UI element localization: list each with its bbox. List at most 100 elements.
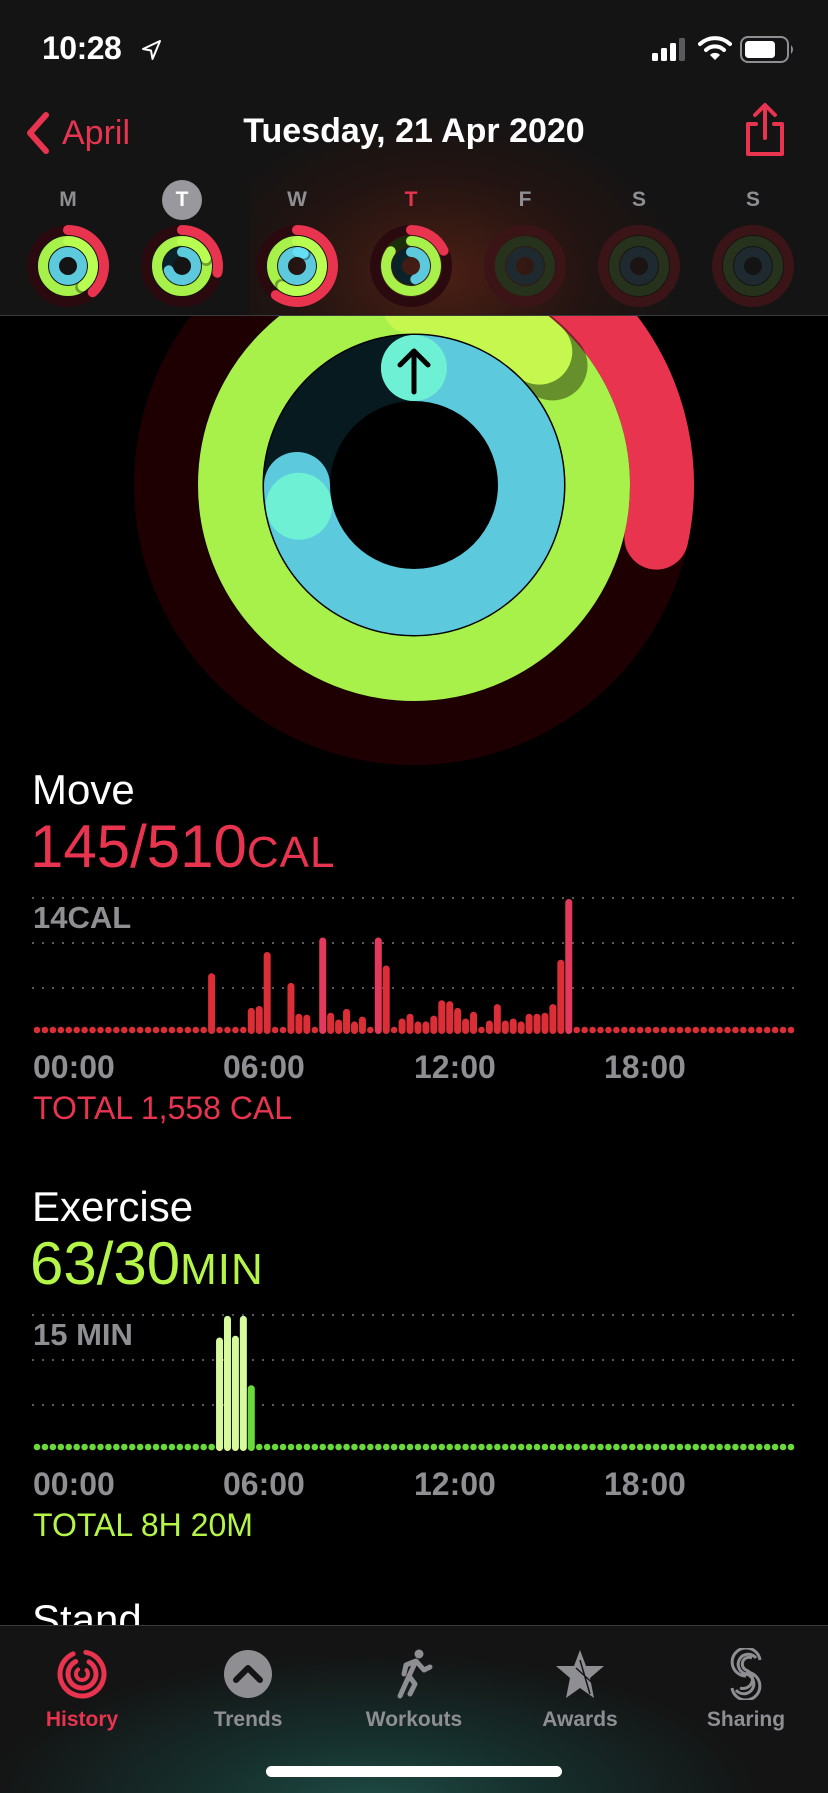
exercise-chart-bar-82	[684, 1443, 692, 1451]
tab-trends[interactable]: Trends	[178, 1638, 318, 1738]
exercise-chart-bar-70	[589, 1443, 596, 1451]
day-0[interactable]: M	[22, 178, 114, 313]
exercise-chart-bar-6	[81, 1443, 88, 1451]
move-chart-bar-33	[295, 1013, 303, 1034]
exercise-chart-bar-72	[605, 1443, 612, 1451]
move-chart-bar-60	[509, 1018, 517, 1034]
exercise-chart-bar-94	[779, 1443, 787, 1451]
exercise-chart-bar-89	[740, 1443, 747, 1451]
exercise-chart-bar-34	[303, 1443, 311, 1451]
exercise-chart-bar-37	[327, 1443, 334, 1451]
move-chart-bar-17	[168, 1026, 176, 1034]
move-chart-bar-30	[271, 1026, 279, 1034]
day-label: T	[162, 180, 202, 220]
move-chart-bar-41	[358, 1016, 366, 1034]
exercise-axis-00: 00:00	[33, 1466, 115, 1502]
exercise-value-number: 63/30	[30, 1230, 181, 1297]
tab-sharing[interactable]: Sharing	[676, 1638, 816, 1738]
day-6[interactable]: S	[707, 178, 799, 313]
tab-history[interactable]: History	[12, 1638, 152, 1738]
exercise-chart-bar-5	[73, 1443, 80, 1451]
exercise-chart-svg	[32, 1314, 796, 1451]
exercise-chart-bar-7	[89, 1443, 96, 1451]
exercise-chart-bar-18	[176, 1443, 184, 1451]
exercise-chart-bar-10	[113, 1443, 120, 1451]
exercise-chart-bar-53	[454, 1443, 461, 1451]
move-chart-bar-66	[557, 959, 565, 1034]
exercise-chart-bar-21	[200, 1443, 207, 1451]
back-button[interactable]: April	[24, 108, 130, 158]
exercise-chart-bar-59	[501, 1443, 509, 1451]
day-rings	[141, 225, 223, 307]
tab-awards[interactable]: Awards	[510, 1638, 650, 1738]
move-chart-bar-71	[597, 1026, 604, 1034]
move-chart-bar-20	[192, 1026, 200, 1034]
day-2[interactable]: W	[251, 178, 343, 313]
exercise-chart-bar-58	[494, 1443, 501, 1451]
exercise-chart-bar-93	[771, 1443, 779, 1451]
day-label: T	[404, 188, 418, 211]
move-chart-bar-26	[240, 1026, 247, 1034]
move-chart-bar-29	[263, 952, 271, 1034]
move-chart-bar-42	[367, 1026, 374, 1034]
move-chart-bar-12	[128, 1026, 136, 1034]
running-figure-icon	[397, 1649, 433, 1699]
exercise-chart-bar-31	[279, 1443, 287, 1451]
move-chart-bar-27	[247, 1007, 255, 1034]
move-chart-bar-11	[121, 1026, 128, 1034]
move-title: Move	[32, 766, 135, 813]
exercise-chart-bar-75	[628, 1443, 636, 1451]
exercise-chart-bar-77	[644, 1443, 652, 1451]
exercise-chart-bar-14	[144, 1443, 152, 1451]
day-stand-ring-full	[49, 247, 87, 285]
day-5[interactable]: S	[593, 178, 685, 313]
move-chart-bar-73	[613, 1026, 620, 1034]
move-chart-svg	[32, 897, 796, 1034]
day-3[interactable]: T	[365, 178, 457, 313]
move-chart-bar-57	[485, 1020, 493, 1034]
day-rings	[256, 225, 338, 307]
move-chart-bar-67	[565, 898, 573, 1034]
move-chart-bar-19	[184, 1026, 192, 1034]
move-chart-bar-77	[644, 1026, 652, 1034]
move-chart-bar-38	[335, 1019, 343, 1034]
move-chart-bar-54	[462, 1018, 470, 1034]
tab-workouts[interactable]: Workouts	[344, 1638, 484, 1738]
exercise-chart-bar-60	[509, 1443, 517, 1451]
exercise-chart-bar-81	[676, 1443, 684, 1451]
day-1[interactable]: T	[136, 178, 228, 313]
move-chart-bar-92	[763, 1026, 771, 1034]
exercise-chart-bar-2	[49, 1443, 57, 1451]
move-axis-12: 12:00	[414, 1049, 496, 1085]
move-chart-bar-68	[573, 1026, 581, 1034]
exercise-chart-bar-30	[271, 1443, 279, 1451]
move-chart-bar-84	[700, 1026, 707, 1034]
exercise-chart-bar-23	[216, 1337, 224, 1451]
move-chart-bar-79	[660, 1026, 668, 1034]
day-stand-ring-track	[734, 247, 772, 285]
move-chart-bar-36	[319, 937, 327, 1034]
exercise-chart-bar-76	[636, 1443, 644, 1451]
exercise-chart-bar-85	[708, 1443, 715, 1451]
exercise-chart-bar-55	[470, 1443, 477, 1451]
day-4[interactable]: F	[479, 178, 571, 313]
move-chart-bar-93	[771, 1026, 779, 1034]
exercise-chart-bar-22	[208, 1443, 215, 1451]
tab-trends-label: Trends	[213, 1708, 283, 1731]
move-chart-bar-58	[493, 1004, 501, 1034]
day-stand-ring-track	[506, 247, 544, 285]
exercise-chart-bar-46	[398, 1443, 406, 1451]
move-chart-bar-37	[327, 1012, 335, 1034]
share-icon[interactable]	[740, 102, 790, 158]
move-chart-bar-85	[708, 1026, 715, 1034]
exercise-chart-bar-61	[517, 1443, 525, 1451]
move-chart-bar-40	[350, 1021, 358, 1034]
battery-icon	[740, 36, 793, 63]
home-indicator[interactable]	[266, 1766, 562, 1777]
exercise-chart-bar-74	[621, 1443, 628, 1451]
exercise-chart-bar-57	[486, 1443, 493, 1451]
tab-sharing-label: Sharing	[706, 1708, 786, 1731]
exercise-chart-bar-29	[263, 1443, 271, 1451]
move-chart-bar-51	[438, 1000, 446, 1034]
move-chart-bar-63	[533, 1013, 541, 1034]
